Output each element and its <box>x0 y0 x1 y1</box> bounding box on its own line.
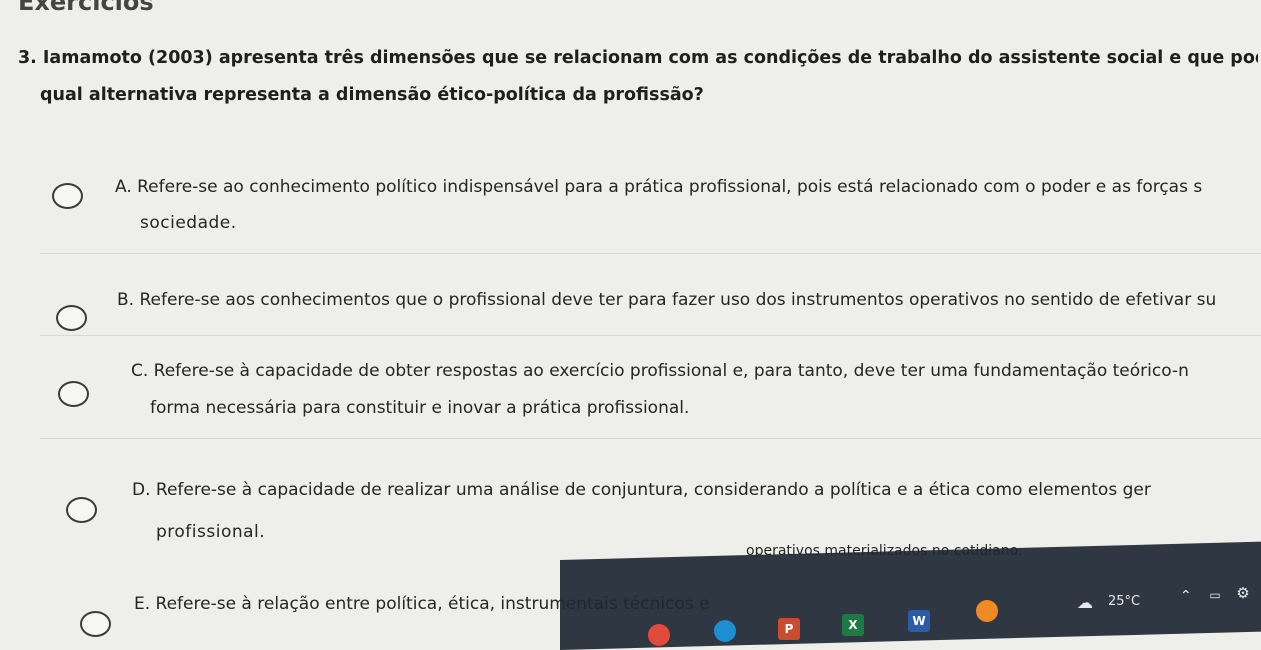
question-line-2: qual alternativa representa a dimensão é… <box>40 85 704 105</box>
option-divider <box>40 335 1261 336</box>
question-text: 3. Iamamoto (2003) apresenta três dimens… <box>18 40 1258 114</box>
option-d-radio[interactable] <box>66 497 97 523</box>
option-divider <box>40 438 1261 439</box>
option-c-line-1: C. Refere-se à capacidade de obter respo… <box>131 361 1189 381</box>
edge-icon[interactable] <box>714 620 736 642</box>
option-d-line-2: profissional. <box>156 522 266 542</box>
firefox-icon[interactable] <box>976 600 998 622</box>
tray-icon[interactable]: ▭ <box>1204 584 1226 606</box>
page-title: Exercícios <box>18 0 154 16</box>
option-a-radio[interactable] <box>52 183 83 209</box>
powerpoint-icon[interactable]: P <box>778 618 800 640</box>
question-line-1: 3. Iamamoto (2003) apresenta três dimens… <box>18 48 1258 68</box>
option-c-line-2: forma necessária para constituir e inova… <box>150 398 690 418</box>
temperature-text: 25°C <box>1108 594 1141 609</box>
option-a-line-2: sociedade. <box>140 213 237 233</box>
option-b-line-1: B. Refere-se aos conhecimentos que o pro… <box>117 290 1217 310</box>
option-b-radio[interactable] <box>56 305 87 331</box>
excel-icon[interactable]: X <box>842 614 864 636</box>
option-a-line-1: A. Refere-se ao conhecimento político in… <box>115 177 1203 197</box>
settings-icon[interactable]: ⚙ <box>1232 582 1254 604</box>
option-d-line-1: D. Refere-se à capacidade de realizar um… <box>132 480 1151 500</box>
chevron-up-icon[interactable]: ⌃ <box>1180 588 1192 604</box>
option-c-radio[interactable] <box>58 381 89 407</box>
option-divider <box>40 253 1261 254</box>
weather-icon[interactable]: ☁ <box>1074 592 1096 614</box>
word-icon[interactable]: W <box>908 610 930 632</box>
option-e-radio[interactable] <box>80 611 111 637</box>
